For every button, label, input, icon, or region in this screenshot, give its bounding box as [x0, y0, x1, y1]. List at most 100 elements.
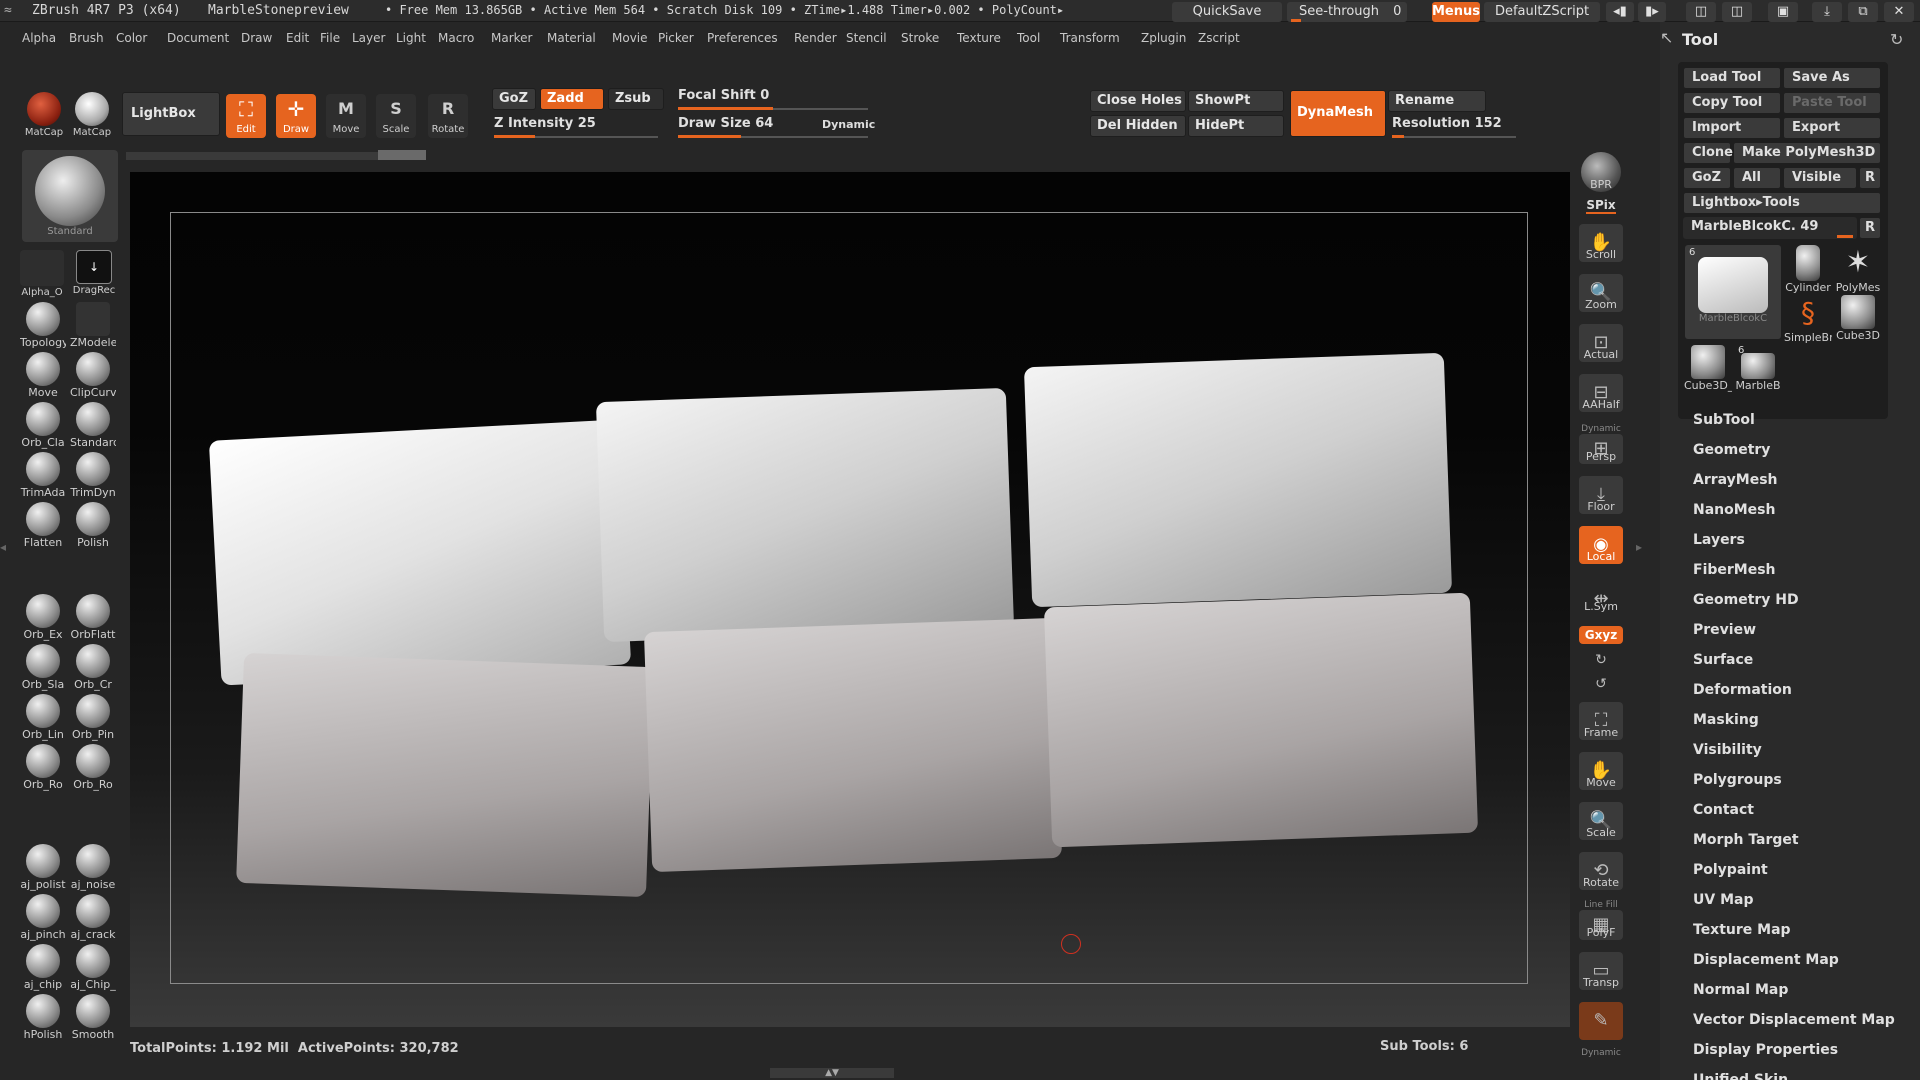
tool-thumb-cylinder[interactable]: Cylinder: [1784, 245, 1832, 294]
menu-picker[interactable]: Picker: [658, 31, 694, 45]
menu-zplugin[interactable]: Zplugin: [1141, 31, 1186, 45]
floor-button[interactable]: ⤓ Floor: [1578, 476, 1624, 514]
rotate-mode-button[interactable]: R Rotate: [426, 94, 470, 138]
marble-block[interactable]: [1043, 592, 1479, 848]
resolution-slider[interactable]: Resolution 152: [1392, 116, 1516, 138]
lock-icon[interactable]: ▣: [1768, 2, 1798, 22]
tool-thumb-simplebrush[interactable]: § SimpleBr: [1784, 295, 1832, 344]
current-tool-slider[interactable]: MarbleBlcokC. 49: [1683, 217, 1857, 239]
menu-zscript[interactable]: Zscript: [1198, 31, 1240, 45]
menu-marker[interactable]: Marker: [491, 31, 532, 45]
aj-polish-brush[interactable]: aj_polist: [20, 844, 66, 891]
save-as-button[interactable]: Save As: [1783, 67, 1881, 89]
menu-masking[interactable]: Masking: [1693, 712, 1759, 728]
orb-crack-brush[interactable]: Orb_Cr: [70, 644, 116, 691]
menu-document[interactable]: Document: [167, 31, 229, 45]
xyz-button[interactable]: Gxyz: [1578, 626, 1624, 644]
menu-uv-map[interactable]: UV Map: [1693, 892, 1753, 908]
import-button[interactable]: Import: [1683, 117, 1781, 139]
zsub-button[interactable]: Zsub: [608, 88, 664, 110]
menu-light[interactable]: Light: [396, 31, 426, 45]
menu-color[interactable]: Color: [116, 31, 147, 45]
menu-fibermesh[interactable]: FiberMesh: [1693, 562, 1776, 578]
menu-morph-target[interactable]: Morph Target: [1693, 832, 1799, 848]
menu-edit[interactable]: Edit: [286, 31, 309, 45]
see-through-slider[interactable]: See-through 0: [1287, 2, 1407, 22]
dragrect-button[interactable]: ↓ DragRec: [72, 250, 116, 296]
right-tray-toggle-icon[interactable]: ▸: [1636, 540, 1646, 570]
layout-right-icon[interactable]: ▮▸: [1638, 2, 1666, 22]
r-button[interactable]: R: [1859, 167, 1881, 189]
close-icon[interactable]: ✕: [1884, 2, 1914, 22]
menu-texture-map[interactable]: Texture Map: [1693, 922, 1791, 938]
polyf-button[interactable]: Line Fill ▦ PolyF: [1578, 900, 1624, 940]
visible-button[interactable]: Visible: [1783, 167, 1857, 189]
menus-button[interactable]: Menus: [1432, 2, 1480, 22]
menu-surface[interactable]: Surface: [1693, 652, 1753, 668]
trimadaptive-brush[interactable]: TrimAda: [20, 452, 66, 499]
load-tool-button[interactable]: Load Tool: [1683, 67, 1781, 89]
aj-chip2-brush[interactable]: aj_Chip_: [70, 944, 116, 991]
move-brush[interactable]: Move: [20, 352, 66, 399]
menu-tool[interactable]: Tool: [1017, 31, 1040, 45]
minimize-icon[interactable]: ⤓: [1812, 2, 1842, 22]
current-brush-button[interactable]: Standard: [22, 150, 118, 242]
quicksave-button[interactable]: QuickSave: [1172, 2, 1282, 22]
frame-button[interactable]: ⛶ Frame: [1578, 702, 1624, 740]
menu-deformation[interactable]: Deformation: [1693, 682, 1792, 698]
menu-brush[interactable]: Brush: [69, 31, 104, 45]
showpt-button[interactable]: ShowPt: [1188, 90, 1284, 112]
menu-contact[interactable]: Contact: [1693, 802, 1754, 818]
window-right-icon[interactable]: ◫: [1722, 2, 1752, 22]
spix-slider[interactable]: SPix: [1578, 198, 1624, 214]
marble-block[interactable]: [595, 387, 1015, 643]
menu-stroke[interactable]: Stroke: [901, 31, 939, 45]
window-left-icon[interactable]: ◫: [1686, 2, 1716, 22]
goz-button[interactable]: GoZ: [492, 88, 536, 110]
scroll-thumb[interactable]: [378, 150, 426, 160]
draw-button[interactable]: ✛ Draw: [274, 94, 318, 138]
menu-movie[interactable]: Movie: [612, 31, 648, 45]
focal-shift-slider[interactable]: Focal Shift 0: [678, 88, 868, 110]
tool-thumb-polymesh[interactable]: ✶ PolyMes: [1834, 245, 1882, 294]
marble-block[interactable]: [236, 652, 654, 898]
polish-brush[interactable]: Polish: [70, 502, 116, 549]
smooth-brush[interactable]: Smooth: [70, 994, 116, 1041]
orbflatten-brush[interactable]: OrbFlatt: [70, 594, 116, 641]
menu-preview[interactable]: Preview: [1693, 622, 1756, 638]
close-holes-button[interactable]: Close Holes: [1090, 90, 1186, 112]
tool-thumb-cube3d[interactable]: Cube3D: [1834, 295, 1882, 342]
orb-rock-1-brush[interactable]: Orb_Ro: [20, 744, 66, 791]
ghost-button[interactable]: ✎: [1578, 1002, 1624, 1040]
rotate-view-button[interactable]: ⟲ Rotate: [1578, 852, 1624, 890]
restore-icon[interactable]: ⧉: [1848, 2, 1878, 22]
zadd-button[interactable]: Zadd: [540, 88, 604, 110]
menu-display-properties[interactable]: Display Properties: [1693, 1042, 1838, 1058]
clipcurve-brush[interactable]: ClipCurv: [70, 352, 116, 399]
menu-polygroups[interactable]: Polygroups: [1693, 772, 1782, 788]
matcap-2-button[interactable]: MatCap: [70, 92, 114, 138]
layout-left-icon[interactable]: ◂▮: [1606, 2, 1634, 22]
transp-button[interactable]: ▭ Transp: [1578, 952, 1624, 990]
aj-crack-brush[interactable]: aj_crack: [70, 894, 116, 941]
marble-block[interactable]: [1023, 352, 1453, 608]
copy-tool-button[interactable]: Copy Tool: [1683, 92, 1781, 114]
orb-clay-brush[interactable]: Orb_Cla: [20, 402, 66, 449]
menu-displacement-map[interactable]: Displacement Map: [1693, 952, 1839, 968]
tool-thumb-cube3d-2[interactable]: Cube3D_: [1684, 345, 1732, 392]
rotate-z-button[interactable]: ↺: [1578, 674, 1624, 694]
move-mode-button[interactable]: M Move: [324, 94, 368, 138]
del-hidden-button[interactable]: Del Hidden: [1090, 115, 1186, 137]
hpolish-brush[interactable]: hPolish: [20, 994, 66, 1041]
zmodeler-brush[interactable]: ZModeler: [70, 302, 116, 349]
scale-view-button[interactable]: 🔍 Scale: [1578, 802, 1624, 840]
menu-file[interactable]: File: [320, 31, 340, 45]
all-button[interactable]: All: [1733, 167, 1781, 189]
bottom-tray-toggle-icon[interactable]: ▲▼: [770, 1068, 894, 1078]
menu-layers[interactable]: Layers: [1693, 532, 1745, 548]
local-button[interactable]: ◉ Local: [1578, 526, 1624, 564]
menu-layer[interactable]: Layer: [352, 31, 385, 45]
menu-geometry-hd[interactable]: Geometry HD: [1693, 592, 1799, 608]
export-button[interactable]: Export: [1783, 117, 1881, 139]
aj-noise-brush[interactable]: aj_noise: [70, 844, 116, 891]
